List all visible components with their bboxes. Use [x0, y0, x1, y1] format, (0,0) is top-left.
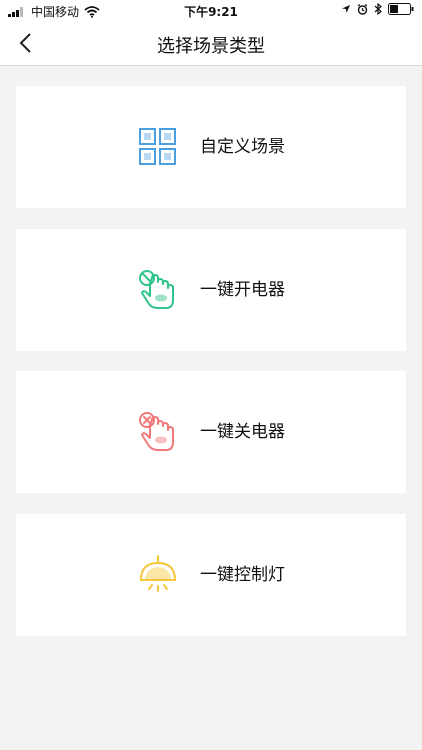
scene-card-light[interactable]: 一键控制灯	[16, 514, 406, 636]
hand-power-on-icon	[139, 270, 174, 309]
bluetooth-icon	[374, 3, 382, 15]
location-icon	[342, 5, 350, 13]
lamp-icon	[139, 555, 177, 592]
scene-card-label: 一键控制灯	[200, 565, 285, 585]
scene-card-label: 一键开电器	[200, 280, 285, 300]
battery-icon	[388, 3, 414, 15]
nav-bar: 选择场景类型	[0, 20, 422, 66]
scene-card-power-on[interactable]: 一键开电器	[16, 229, 406, 351]
scene-card-label: 自定义场景	[200, 137, 285, 157]
alarm-icon	[357, 3, 368, 15]
page-title: 选择场景类型	[157, 36, 265, 57]
status-right	[341, 3, 414, 15]
hand-power-off-icon	[139, 412, 174, 451]
grid-icon	[139, 128, 176, 165]
scene-card-custom[interactable]: 自定义场景	[16, 86, 406, 208]
scene-card-power-off[interactable]: 一键关电器	[16, 371, 406, 493]
scene-card-label: 一键关电器	[200, 422, 285, 442]
status-bar: 中国移动 下午9:21	[0, 0, 422, 20]
